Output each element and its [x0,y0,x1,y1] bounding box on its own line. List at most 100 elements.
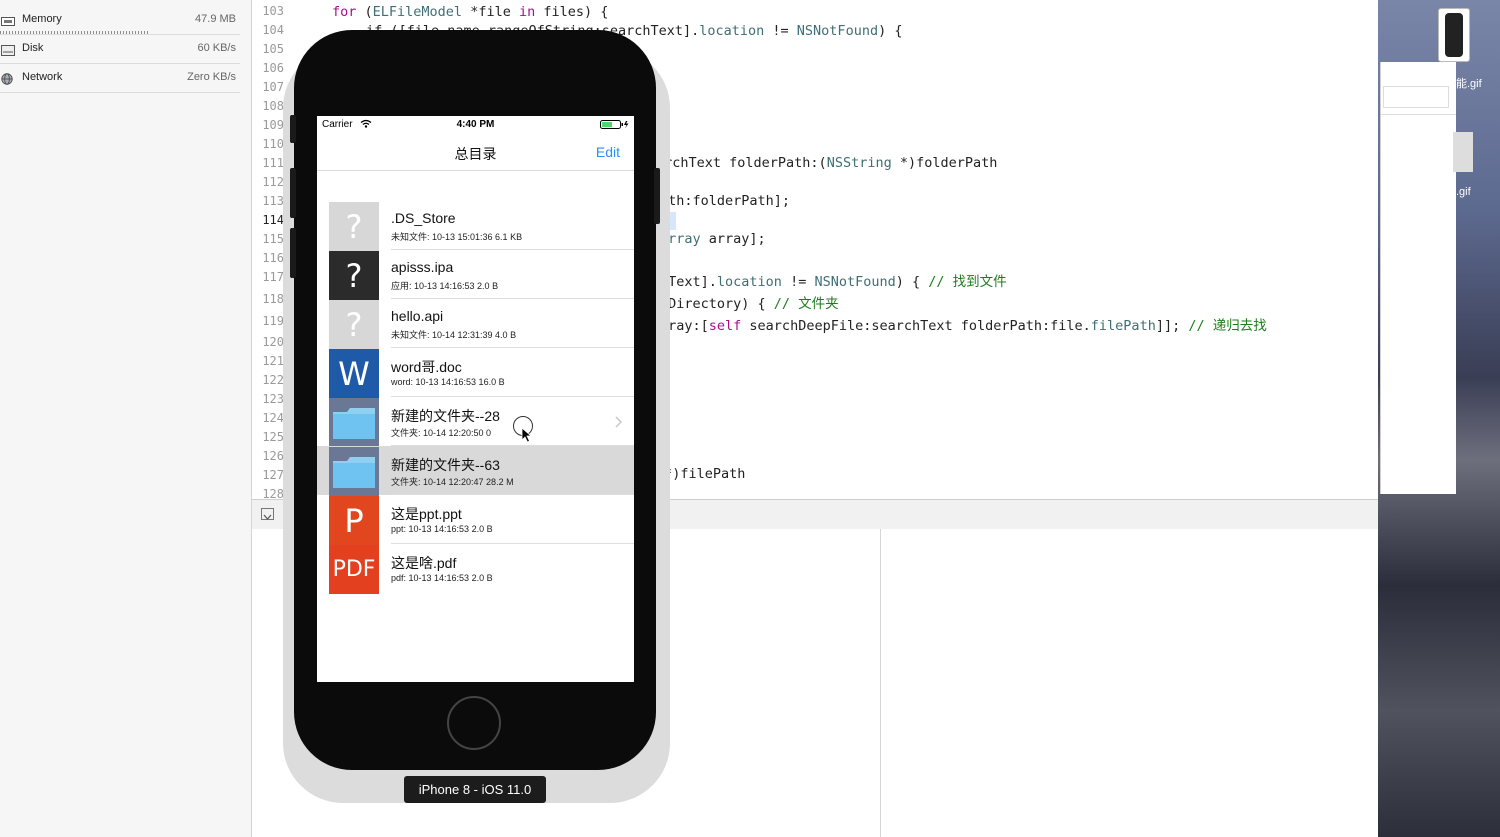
home-button[interactable] [447,696,501,750]
file-name: 这是啥.pdf [391,555,457,571]
file-list-item[interactable]: ? .DS_Store 未知文件: 10-13 15:01:36 6.1 KB [317,201,634,251]
finder-search-field[interactable] [1383,86,1449,108]
file-name: 新建的文件夹--63 [391,457,500,473]
line-number: 115 [262,232,284,246]
simulator-screen[interactable]: Carrier 4:40 PM 总目录 Edit ? .DS_Store 未知文件:… [317,116,634,682]
edit-button[interactable]: Edit [596,144,620,160]
file-name: apisss.ipa [391,259,454,275]
phone-thumbnail-icon [1445,13,1463,57]
code-token: for [332,4,357,20]
line-number: 124 [262,411,284,425]
disk-label: Disk [22,42,44,54]
line-number: 123 [262,392,284,406]
desktop-file-label[interactable]: .gif [1456,186,1471,198]
code-token: array]; [700,231,766,247]
memory-icon [1,14,15,26]
code-line-113[interactable]: ath:folderPath]; [660,193,790,209]
status-time: 4:40 PM [456,119,495,130]
desktop-file-label[interactable]: 能.gif [1456,75,1482,91]
finder-window[interactable] [1380,62,1473,494]
mouse-cursor-icon [513,416,533,443]
file-meta: 未知文件: 10-13 15:01:36 6.1 KB [391,232,523,242]
line-number: 122 [262,373,284,387]
file-list-item[interactable]: 新建的文件夹--63 文件夹: 10-14 12:20:47 28.2 M [317,446,634,496]
file-meta: 应用: 10-13 14:16:53 2.0 B [391,281,499,291]
volume-down-button[interactable] [290,228,296,278]
code-line-118[interactable]: eDirectory) { // 文件夹 [660,292,839,312]
code-token: ) { [895,274,929,290]
chevron-right-icon [615,415,623,433]
code-token: NSString [826,155,892,171]
mute-switch[interactable] [290,115,296,143]
network-value: Zero KB/s [187,71,236,83]
desktop-file-thumbnail[interactable] [1438,8,1470,62]
network-gauge[interactable]: Network Zero KB/s [0,64,240,93]
code-token: files) { [535,4,609,20]
line-number: 126 [262,449,284,463]
line-number: 105 [262,42,284,56]
code-token: archText folderPath:( [656,155,827,171]
file-name: hello.api [391,308,444,324]
power-button[interactable] [654,168,660,224]
code-token: *)folderPath [891,155,998,171]
code-token: ) { [878,23,903,39]
folder-icon [329,398,379,447]
memory-label: Memory [22,13,62,25]
file-list-item[interactable]: 新建的文件夹--28 文件夹: 10-14 12:20:50 0 [317,397,634,447]
line-number: 121 [262,354,284,368]
file-meta: 未知文件: 10-14 12:31:39 4.0 B [391,330,517,340]
line-number: 119 [262,314,284,328]
code-token: NSNotFound [814,274,896,290]
memory-graph [0,31,150,34]
code-line-111[interactable]: archText folderPath:(NSString *)folderPa… [656,155,997,171]
file-list-item[interactable]: PDF 这是啥.pdf pdf: 10-13 14:16:53 2.0 B [317,544,634,594]
code-token: searchDeepFile:searchText folderPath:fil… [741,318,1091,334]
battery-icon [600,120,630,132]
hide-debug-area-button[interactable] [261,508,274,520]
line-number: 106 [262,61,284,75]
file-thumbnail-icon[interactable] [1453,132,1473,172]
line-number: 107 [262,80,284,94]
line-number: 117 [262,270,284,284]
line-number: 116 [262,251,284,265]
file-list-item[interactable]: P 这是ppt.ppt ppt: 10-13 14:16:53 2.0 B [317,495,634,545]
chevron-down-icon [263,514,272,520]
file-name: 新建的文件夹--28 [391,408,500,424]
line-number: 114 [262,213,284,227]
line-number: 112 [262,175,284,189]
file-list-item[interactable]: ? hello.api 未知文件: 10-14 12:31:39 4.0 B [317,299,634,349]
code-line-103[interactable]: for (ELFileModel *file in files) { [332,4,608,20]
word-doc-icon: W [329,349,379,398]
code-line-117[interactable]: hText].location != NSNotFound) { // 找到文件 [660,270,1007,290]
file-meta: ppt: 10-13 14:16:53 2.0 B [391,524,493,534]
line-number: 110 [262,137,284,151]
code-line-115[interactable]: Array array]; [660,231,766,247]
line-number: 120 [262,335,284,349]
unknown-file-icon: ? [329,300,379,349]
code-token: location [716,274,782,290]
code-line-119[interactable]: rray:[self searchDeepFile:searchText fol… [660,314,1267,334]
volume-up-button[interactable] [290,168,296,218]
line-number: 109 [262,118,284,132]
network-label: Network [22,71,63,83]
file-list-item[interactable]: Wword哥.doc word: 10-13 14:16:53 16.0 B [317,348,634,398]
unknown-file-icon: ? [329,202,379,251]
device-label: iPhone 8 - iOS 11.0 [404,776,546,803]
file-list-item[interactable]: ? apisss.ipa 应用: 10-13 14:16:53 2.0 B [317,250,634,300]
code-token: filePath [1090,318,1156,334]
ppt-file-icon: P [329,496,379,545]
code-token: location [699,23,765,39]
disk-gauge[interactable]: Disk 60 KB/s [0,35,240,64]
console-view[interactable] [881,529,1378,837]
code-token: ( [356,4,373,20]
file-meta: 文件夹: 10-14 12:20:50 0 [391,428,492,438]
network-globe-icon [1,72,15,85]
folder-icon [329,447,379,496]
code-token: ath:folderPath]; [660,193,791,209]
nav-title: 总目录 [454,146,497,162]
line-number: 118 [262,292,284,306]
memory-gauge[interactable]: Memory 47.9 MB [0,6,240,35]
code-token: ELFileModel [372,4,463,20]
code-comment: // 文件夹 [773,296,839,312]
code-comment: // 递归去找 [1188,318,1267,334]
